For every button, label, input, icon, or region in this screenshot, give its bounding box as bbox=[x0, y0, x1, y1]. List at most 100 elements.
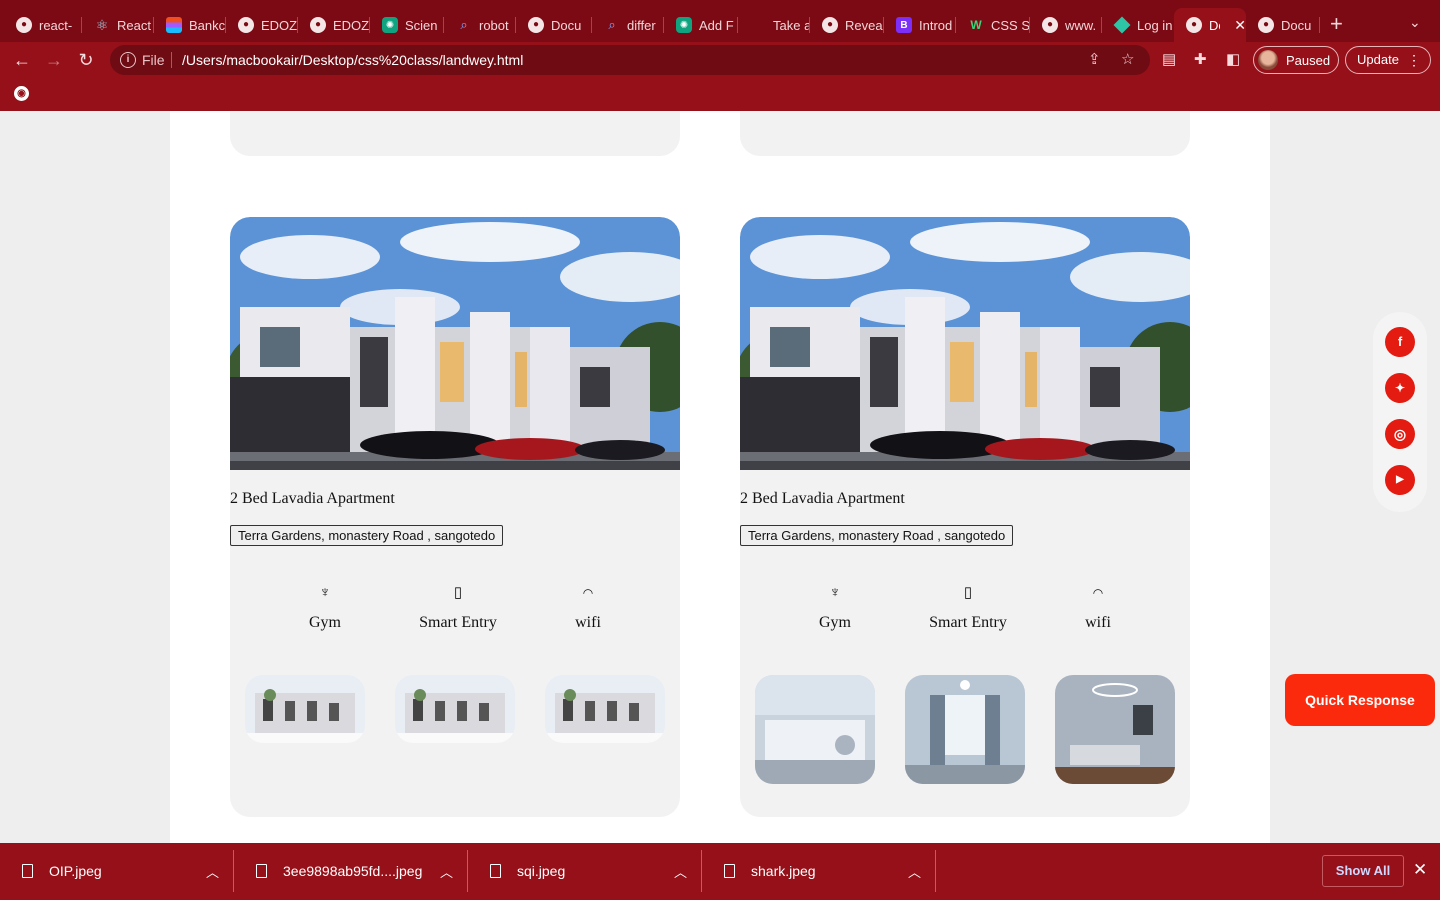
tab[interactable]: ⌕ robot bbox=[444, 8, 516, 42]
amenity-gym: ♆ Gym bbox=[775, 583, 895, 632]
globe-bookmark-icon[interactable]: ◉ bbox=[14, 86, 29, 101]
reader-icon[interactable]: ▤ bbox=[1162, 50, 1176, 68]
tab[interactable]: ● react- bbox=[4, 8, 82, 42]
tab[interactable]: ● www. bbox=[1030, 8, 1102, 42]
page-container: 2 Bed Lavadia Apartment Terra Gardens, m… bbox=[170, 111, 1270, 843]
globe-icon: ● bbox=[16, 17, 32, 33]
url-text[interactable]: /Users/macbookair/Desktop/css%20class/la… bbox=[182, 52, 523, 68]
chevron-up-icon[interactable]: ︿ bbox=[908, 862, 921, 881]
show-all-button[interactable]: Show All bbox=[1322, 855, 1404, 887]
amenity-smart-entry: ▯ Smart Entry bbox=[908, 583, 1028, 632]
listing-card-partial bbox=[740, 111, 1190, 156]
quick-response-button[interactable]: Quick Response bbox=[1285, 674, 1435, 726]
tab[interactable]: Take a bbox=[738, 8, 810, 42]
file-icon bbox=[490, 864, 501, 878]
amenity-gym: ♆ Gym bbox=[265, 583, 385, 632]
amenity-smart-entry: ▯ Smart Entry bbox=[398, 583, 518, 632]
download-item[interactable]: shark.jpeg ︿ bbox=[702, 843, 936, 900]
dumbbell-icon: ♆ bbox=[319, 584, 331, 601]
tab[interactable]: W CSS S bbox=[956, 8, 1030, 42]
kebab-menu-icon[interactable]: ⋮ bbox=[1407, 47, 1421, 73]
globe-icon: ● bbox=[528, 17, 544, 33]
tab[interactable]: ⚛ React bbox=[82, 8, 154, 42]
listing-card[interactable]: 2 Bed Lavadia Apartment Terra Gardens, m… bbox=[740, 217, 1190, 817]
file-icon bbox=[22, 864, 33, 878]
globe-icon: ● bbox=[1042, 17, 1058, 33]
reload-icon[interactable]: ↻ bbox=[74, 48, 98, 72]
living-room-thumbnail[interactable] bbox=[1055, 675, 1175, 784]
tab[interactable]: ✺ Add F bbox=[664, 8, 738, 42]
globe-icon: ● bbox=[1258, 17, 1274, 33]
page-viewport: 2 Bed Lavadia Apartment Terra Gardens, m… bbox=[0, 111, 1440, 843]
tab[interactable]: ● EDOZ bbox=[226, 8, 298, 42]
close-icon[interactable]: ✕ bbox=[1413, 860, 1427, 880]
back-arrow-icon[interactable]: ← bbox=[10, 48, 34, 72]
download-item[interactable]: 3ee9898ab95fd....jpeg ︿ bbox=[234, 843, 468, 900]
listing-title: 2 Bed Lavadia Apartment bbox=[230, 490, 395, 507]
globe-icon: ● bbox=[238, 17, 254, 33]
exterior-thumbnail[interactable] bbox=[395, 675, 515, 743]
forward-arrow-icon[interactable]: → bbox=[42, 48, 66, 72]
youtube-icon[interactable]: ▶ bbox=[1385, 465, 1415, 495]
kitchen-thumbnail[interactable] bbox=[755, 675, 875, 784]
tab-search-chevron-icon[interactable]: ⌄ bbox=[1409, 14, 1421, 31]
download-item[interactable]: OIP.jpeg ︿ bbox=[0, 843, 234, 900]
globe-icon: ● bbox=[822, 17, 838, 33]
profile-button[interactable]: Paused bbox=[1253, 46, 1339, 74]
chevron-up-icon[interactable]: ︿ bbox=[674, 862, 687, 881]
amenity-wifi: ◠ wifi bbox=[1038, 583, 1158, 632]
phone-icon: ▯ bbox=[963, 584, 973, 601]
dumbbell-icon: ♆ bbox=[829, 584, 841, 601]
chevron-up-icon[interactable]: ︿ bbox=[206, 862, 219, 881]
tab[interactable]: ✺ Scien bbox=[370, 8, 444, 42]
avatar bbox=[1258, 50, 1278, 70]
tab[interactable]: Bankc bbox=[154, 8, 226, 42]
download-item[interactable]: sqi.jpeg ︿ bbox=[468, 843, 702, 900]
tab-active[interactable]: ●Do✕ bbox=[1174, 8, 1246, 42]
tab-strip: ● react- ⚛ React Bankc ● EDOZ ● EDOZ ✺ Scien … bbox=[0, 0, 1440, 44]
side-panel-icon[interactable]: ◧ bbox=[1226, 50, 1240, 68]
file-icon bbox=[724, 864, 735, 878]
tab[interactable]: Log in bbox=[1102, 8, 1174, 42]
tab[interactable]: ● Docu bbox=[1246, 8, 1320, 42]
search-icon: ⌕ bbox=[460, 17, 468, 32]
browser-toolbar: ← → ↻ i File /Users/macbookair/Desktop/c… bbox=[0, 42, 1440, 78]
listing-card-partial bbox=[230, 111, 680, 156]
address-button[interactable]: Terra Gardens, monastery Road , sangoted… bbox=[230, 525, 504, 546]
tab[interactable]: B Introd bbox=[884, 8, 956, 42]
address-button[interactable]: Terra Gardens, monastery Road , sangoted… bbox=[740, 525, 1014, 546]
tab[interactable]: ⌕ differ bbox=[592, 8, 664, 42]
bootstrap-icon: B bbox=[896, 17, 912, 33]
amenity-wifi: ◠ wifi bbox=[528, 583, 648, 632]
exterior-thumbnail[interactable] bbox=[545, 675, 665, 743]
twitter-icon[interactable]: ✦ bbox=[1385, 373, 1415, 403]
scheme-label: File bbox=[142, 52, 165, 68]
share-icon[interactable]: ⇪ bbox=[1088, 50, 1101, 68]
property-hero-image[interactable] bbox=[230, 217, 680, 470]
chevron-up-icon[interactable]: ︿ bbox=[440, 862, 453, 881]
listing-card[interactable]: 2 Bed Lavadia Apartment Terra Gardens, m… bbox=[230, 217, 680, 817]
tab[interactable]: ● Docu bbox=[516, 8, 592, 42]
new-tab-button[interactable]: + bbox=[1330, 12, 1343, 36]
instagram-icon[interactable]: ◎ bbox=[1385, 419, 1415, 449]
exterior-thumbnail[interactable] bbox=[245, 675, 365, 743]
figma-icon bbox=[166, 17, 182, 33]
listing-title: 2 Bed Lavadia Apartment bbox=[740, 490, 905, 507]
search-icon: ⌕ bbox=[608, 17, 616, 32]
facebook-icon[interactable]: f bbox=[1385, 327, 1415, 357]
bookmark-star-icon[interactable]: ☆ bbox=[1121, 50, 1134, 68]
property-hero-image[interactable] bbox=[740, 217, 1190, 470]
globe-icon: ● bbox=[1186, 17, 1202, 33]
tab[interactable]: ● EDOZ bbox=[298, 8, 370, 42]
w3schools-icon: W bbox=[970, 18, 982, 32]
react-icon: ⚛ bbox=[95, 16, 109, 33]
extensions-puzzle-icon[interactable]: ✚ bbox=[1194, 50, 1207, 68]
info-icon[interactable]: i bbox=[120, 52, 136, 68]
close-tab-icon[interactable]: ✕ bbox=[1234, 17, 1246, 34]
update-button[interactable]: Update ⋮ bbox=[1345, 46, 1431, 74]
bedroom-thumbnail[interactable] bbox=[905, 675, 1025, 784]
apple-icon bbox=[750, 17, 766, 33]
file-icon bbox=[256, 864, 267, 878]
address-bar[interactable]: i File /Users/macbookair/Desktop/css%20c… bbox=[110, 45, 1150, 75]
tab[interactable]: ● Revea bbox=[810, 8, 884, 42]
